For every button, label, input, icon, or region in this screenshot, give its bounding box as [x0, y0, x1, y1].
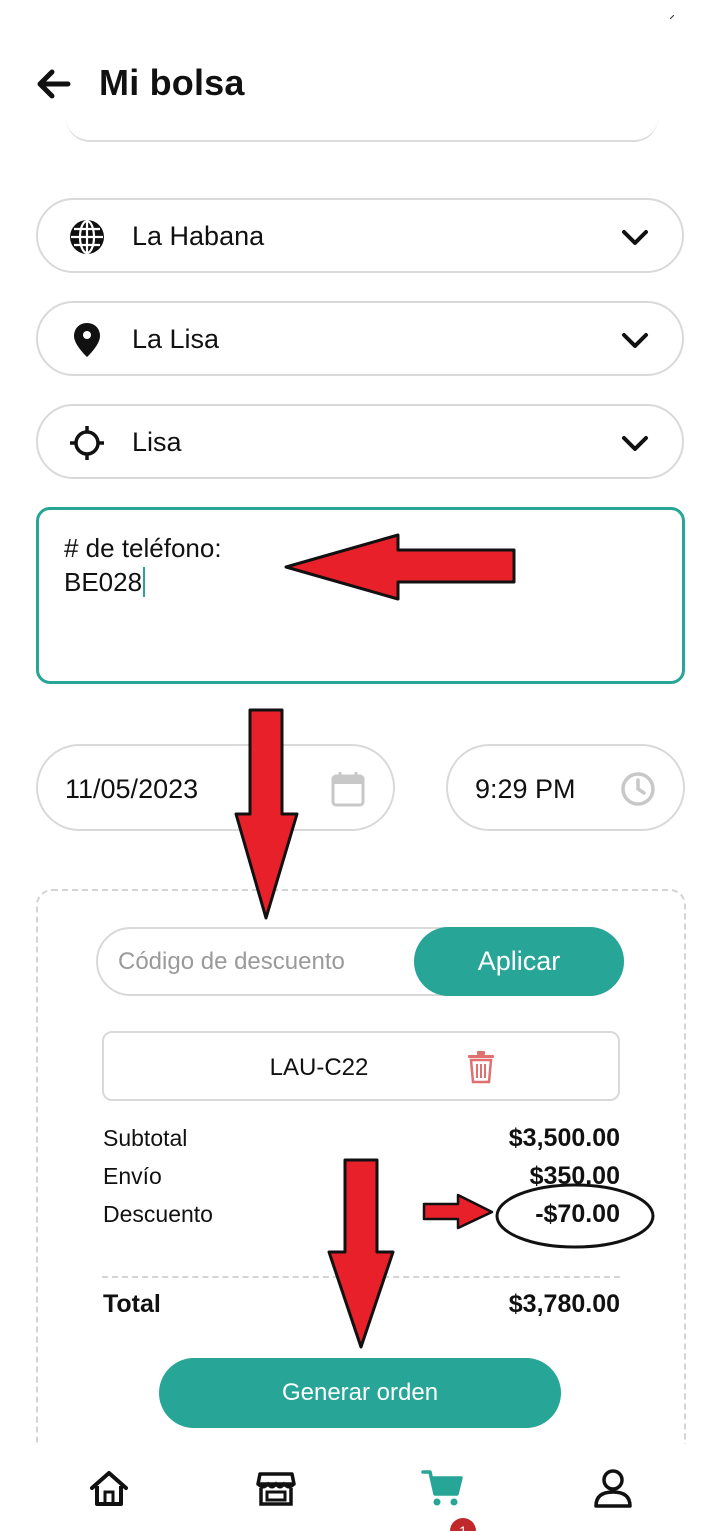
discount-value: -$70.00 — [535, 1200, 620, 1228]
total-label: Total — [103, 1290, 161, 1318]
phone-label: # de teléfono: — [64, 533, 222, 563]
chevron-down-icon — [622, 333, 648, 348]
province-select[interactable]: La Habana — [36, 198, 684, 273]
municipality-select[interactable]: La Lisa — [36, 301, 684, 376]
discount-label: Descuento — [103, 1201, 213, 1227]
nav-profile[interactable] — [591, 1466, 635, 1510]
nav-cart[interactable] — [421, 1466, 465, 1510]
page-title: Mi bolsa — [99, 62, 245, 103]
province-label: La Habana — [132, 221, 265, 251]
generate-order-button[interactable]: Generar orden — [159, 1358, 561, 1428]
phone-textarea[interactable]: # de teléfono: BE028 — [36, 507, 685, 684]
crosshair-icon — [70, 426, 104, 460]
globe-icon — [70, 219, 104, 255]
status-tick-mark — [669, 6, 675, 20]
phone-value-text: BE028 — [64, 567, 143, 597]
arrow-left-icon — [37, 69, 71, 99]
discount-code-input[interactable] — [118, 943, 398, 981]
neighborhood-select[interactable]: Lisa — [36, 404, 684, 479]
applied-coupon-chip: LAU-C22 — [102, 1031, 620, 1101]
home-icon — [90, 1471, 128, 1506]
total-value: $3,780.00 — [508, 1290, 620, 1318]
time-field[interactable]: 9:29 PM — [446, 744, 685, 831]
nav-store[interactable] — [254, 1466, 298, 1510]
date-field[interactable]: 11/05/2023 — [36, 744, 395, 831]
text-caret — [143, 567, 146, 597]
cart-icon — [421, 1470, 463, 1506]
shipping-label: Envío — [103, 1163, 162, 1189]
apply-discount-button[interactable]: Aplicar — [414, 927, 624, 996]
store-icon — [256, 1472, 296, 1506]
chevron-down-icon — [622, 230, 648, 245]
bottom-nav — [0, 1444, 718, 1531]
phone-value: BE028 — [64, 567, 146, 598]
map-pin-icon — [74, 323, 100, 357]
subtotal-label: Subtotal — [103, 1125, 188, 1151]
neighborhood-label: Lisa — [132, 427, 182, 457]
total-divider — [102, 1276, 620, 1278]
subtotal-value: $3,500.00 — [508, 1124, 620, 1152]
trash-icon[interactable] — [466, 1050, 496, 1084]
time-value: 9:29 PM — [475, 774, 576, 804]
chevron-down-icon — [622, 436, 648, 451]
clock-icon — [621, 772, 655, 806]
user-icon — [594, 1469, 632, 1508]
back-button[interactable] — [34, 64, 74, 104]
nav-home[interactable] — [87, 1466, 131, 1510]
shipping-value: $350.00 — [529, 1162, 620, 1190]
date-value: 11/05/2023 — [65, 774, 199, 804]
top-divider — [66, 118, 658, 142]
calendar-icon — [331, 772, 365, 807]
municipality-label: La Lisa — [132, 324, 220, 354]
